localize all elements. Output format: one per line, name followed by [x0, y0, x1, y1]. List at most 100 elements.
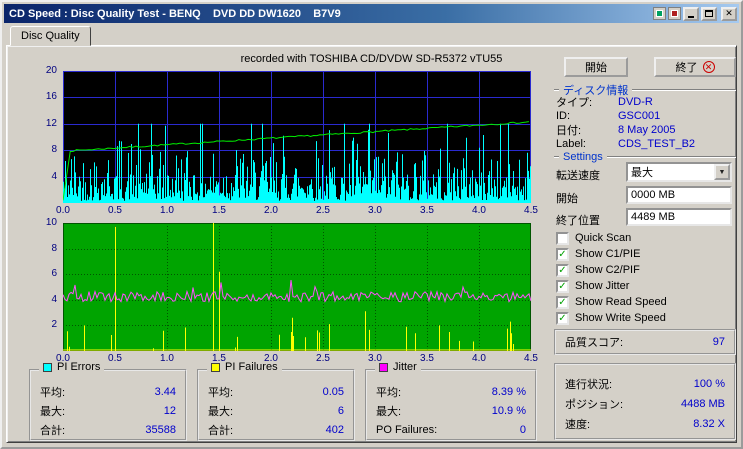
disc-info-row: タイプ: DVD-R	[556, 95, 736, 109]
stat-row: 合計: 35588	[31, 420, 185, 439]
stat-label: 平均:	[376, 386, 402, 399]
end-position-input[interactable]	[626, 208, 732, 226]
x-tick-label: 3.0	[368, 205, 382, 216]
stats-row: PI Errors 平均: 3.44 最大: 12 合計: 35588 PI Failures…	[29, 362, 537, 441]
y-tick-label: 12	[45, 117, 57, 129]
x-tick-label: 1.5	[212, 353, 226, 364]
y-tick-label: 16	[45, 91, 57, 103]
stat-label: 最大:	[40, 405, 66, 418]
stat-value: 3.44	[154, 385, 176, 398]
maximize-button[interactable]	[701, 6, 717, 21]
y-tick-label: 10	[45, 217, 57, 228]
end-position-label: 終了位置	[556, 215, 600, 227]
stat-value: 6	[337, 404, 344, 417]
cd-speed-window: CD Speed : Disc Quality Test - BENQ DVD …	[0, 0, 743, 449]
y-tick-label: 2	[51, 319, 57, 331]
exit-button[interactable]: 終了 ✕	[654, 57, 736, 77]
stat-value: 10.9 %	[491, 404, 526, 417]
y-tick-label: 8	[51, 144, 57, 156]
checkbox-show-write-speed[interactable]: ✓ Show Write Speed	[556, 310, 736, 326]
y-tick-label: 8	[51, 242, 57, 254]
green-glyph	[656, 10, 663, 17]
pi-failures-jitter-chart-svg	[62, 223, 532, 351]
disc-info: タイプ: DVD-R ID: GSC001 日付: 8 May 2005 Label: CDS…	[556, 95, 736, 151]
exit-x-icon: ✕	[702, 61, 715, 73]
status-row: ポジション: 4488 MB	[556, 394, 734, 414]
x-tick-label: 2.5	[316, 205, 330, 216]
titlebar-controls: ✕	[653, 6, 739, 21]
disc-info-value: GSC001	[618, 110, 661, 122]
titlebar[interactable]: CD Speed : Disc Quality Test - BENQ DVD …	[4, 4, 739, 23]
checkbox-box: ✓	[556, 295, 569, 309]
pi-failures-legend-swatch	[211, 363, 220, 372]
start-position-label: 開始	[556, 193, 578, 205]
status-row: 速度: 8.32 X	[556, 414, 734, 434]
disc-info-label: 日付:	[556, 125, 582, 137]
stat-label: 合計:	[208, 424, 234, 437]
settings-checkboxes: Quick Scan ✓ Show C1/PIE ✓ Show C2/PIF ✓ Show …	[556, 230, 736, 326]
x-tick-label: 0.5	[108, 205, 122, 216]
disc-info-row: 日付: 8 May 2005	[556, 123, 736, 137]
stat-row: 最大: 12	[31, 401, 185, 420]
x-tick-label: 4.5	[524, 205, 538, 216]
checkbox-box: ✓	[556, 263, 569, 277]
x-tick-label: 1.5	[212, 205, 226, 216]
y-tick-label: 4	[51, 170, 57, 182]
stat-label: PO Failures:	[376, 423, 438, 436]
transfer-speed-value: 最大	[631, 167, 653, 179]
stat-row: 平均: 8.39 %	[367, 382, 535, 401]
tab-disc-quality[interactable]: Disc Quality	[10, 26, 91, 46]
disc-info-row: Label: CDS_TEST_B2	[556, 137, 736, 151]
status-value: 8.32 X	[693, 418, 725, 430]
pi-errors-chart	[62, 71, 532, 203]
graph-red-icon[interactable]	[668, 7, 681, 20]
y-tick-label: 4	[51, 293, 57, 305]
start-button[interactable]: 開始	[564, 57, 628, 77]
checkbox-show-jitter[interactable]: ✓ Show Jitter	[556, 278, 736, 294]
x-tick-label: 4.5	[524, 353, 538, 364]
stat-value: 12	[163, 404, 176, 417]
stat-label: 平均:	[40, 386, 66, 399]
start-position-input[interactable]	[626, 186, 732, 204]
maximize-icon	[705, 10, 713, 17]
checkbox-quick-scan[interactable]: Quick Scan	[556, 230, 736, 246]
x-tick-label: 3.5	[420, 205, 434, 216]
stat-value: 0.05	[322, 385, 344, 398]
checkbox-label: Quick Scan	[575, 232, 632, 244]
window-title: CD Speed : Disc Quality Test - BENQ DVD …	[9, 7, 341, 20]
checkbox-label: Show Jitter	[575, 280, 630, 292]
disc-info-label: タイプ:	[556, 97, 593, 109]
jitter-legend-swatch	[379, 363, 388, 372]
chevron-down-icon[interactable]: ▼	[714, 164, 730, 180]
stat-label: 合計:	[40, 424, 66, 437]
checkbox-show-read-speed[interactable]: ✓ Show Read Speed	[556, 294, 736, 310]
disc-quality-panel: recorded with TOSHIBA CD/DVDW SD-R5372 v…	[6, 45, 737, 443]
status-value: 100 %	[693, 378, 725, 390]
stat-row: PO Failures: 0	[367, 420, 535, 439]
checkbox-box	[556, 231, 569, 245]
transfer-speed-select[interactable]: 最大 ▼	[626, 162, 732, 182]
close-button[interactable]: ✕	[721, 6, 737, 21]
disc-info-value: CDS_TEST_B2	[618, 138, 696, 150]
x-tick-label: 0.0	[56, 353, 70, 364]
status-row: 進行状況: 100 %	[556, 374, 734, 394]
checkbox-label: Show Write Speed	[575, 312, 666, 324]
pi-errors-legend-swatch	[43, 363, 52, 372]
status-value: 4488 MB	[680, 398, 725, 410]
pi-errors-chart-svg	[62, 71, 532, 203]
exit-button-label: 終了	[675, 62, 698, 74]
stat-row: 合計: 402	[199, 420, 353, 439]
x-tick-label: 1.0	[160, 205, 174, 216]
checkbox-show-c2-pif[interactable]: ✓ Show C2/PIF	[556, 262, 736, 278]
transfer-speed-label: 転送速度	[556, 170, 600, 182]
x-tick-label: 2.0	[264, 353, 278, 364]
checkbox-show-c1-pie[interactable]: ✓ Show C1/PIE	[556, 246, 736, 262]
minimize-button[interactable]	[683, 6, 699, 21]
x-tick-label: 3.0	[368, 353, 382, 364]
x-tick-label: 0.5	[108, 353, 122, 364]
graph-green-icon[interactable]	[653, 7, 666, 20]
stat-row: 最大: 6	[199, 401, 353, 420]
status-label: 速度:	[565, 419, 591, 431]
checkbox-label: Show C1/PIE	[575, 248, 641, 260]
x-tick-label: 0.0	[56, 205, 70, 216]
